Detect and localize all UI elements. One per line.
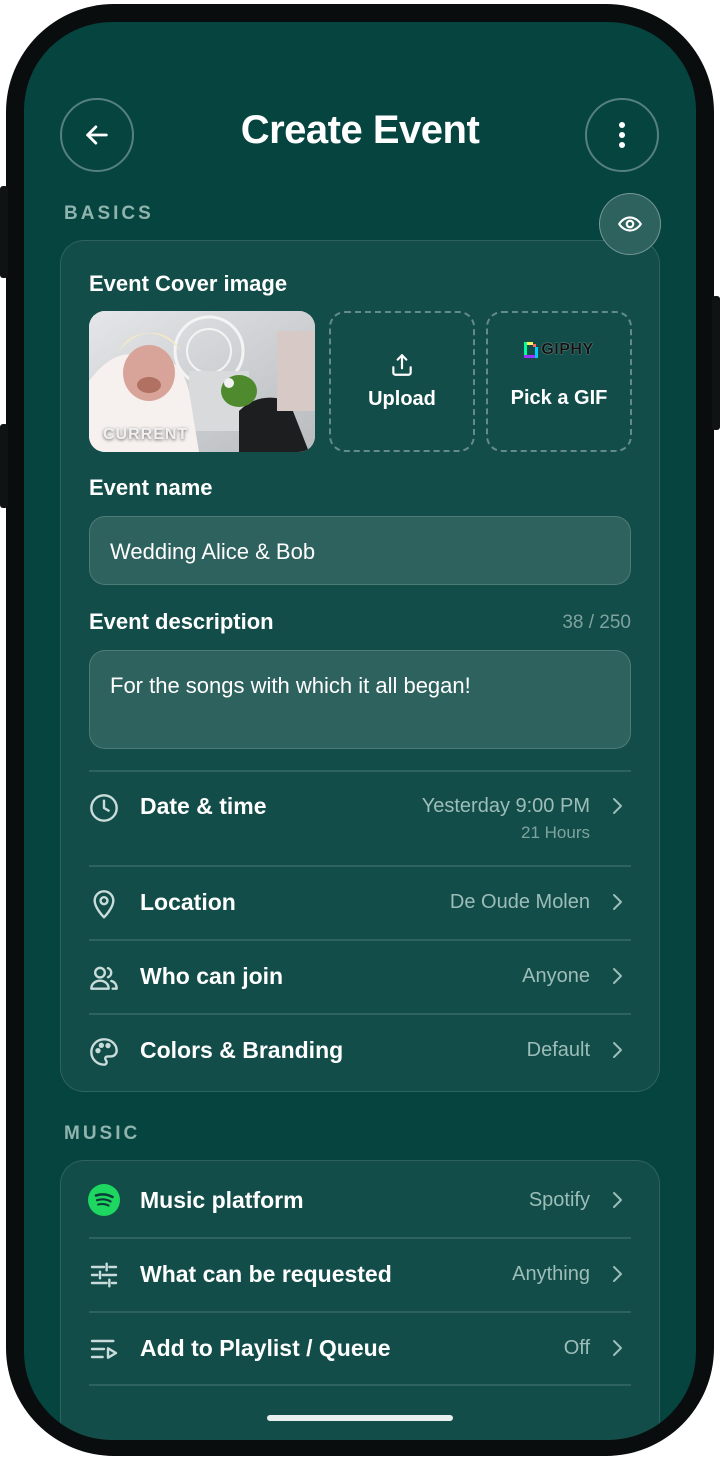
event-name-value: Wedding Alice & Bob: [110, 539, 316, 564]
giphy-logo: GIPHY: [524, 341, 593, 359]
more-options-button[interactable]: [585, 98, 659, 172]
eye-icon: [618, 216, 642, 232]
divider: [89, 1384, 631, 1386]
divider: [89, 1013, 631, 1015]
row-value: Anyone: [522, 965, 590, 987]
row-value: Yesterday 9:00 PM: [421, 795, 590, 817]
row-label: What can be requested: [140, 1261, 392, 1287]
more-vertical-icon: [619, 122, 625, 148]
row-value: Anything: [512, 1263, 590, 1285]
description-char-counter: 38 / 250: [562, 612, 631, 633]
chevron-right-icon: [613, 1266, 622, 1282]
row-label: Add to Playlist / Queue: [140, 1335, 391, 1361]
row-label: Music platform: [140, 1187, 304, 1213]
preview-button[interactable]: [599, 193, 661, 255]
row-value: Spotify: [528, 1189, 590, 1211]
palette-icon: [90, 1038, 118, 1066]
divider: [89, 1237, 631, 1239]
upload-label: Upload: [368, 388, 436, 410]
row-subvalue: 21 Hours: [521, 823, 590, 842]
section-label-basics: BASICS: [64, 203, 154, 224]
phone-volume-button: [0, 424, 8, 508]
divider: [89, 1311, 631, 1313]
row-value: Off: [563, 1337, 590, 1359]
users-icon: [90, 966, 118, 990]
upload-cover-button[interactable]: Upload: [329, 311, 475, 452]
chevron-right-icon: [613, 1042, 622, 1058]
pick-gif-label: Pick a GIF: [510, 387, 608, 409]
playlist-icon: [90, 1339, 118, 1359]
pick-gif-button[interactable]: GIPHY Pick a GIF: [486, 311, 632, 452]
divider: [89, 939, 631, 941]
event-description-value: For the songs with which it all began!: [110, 673, 471, 698]
row-label: Who can join: [140, 963, 284, 989]
chevron-right-icon: [613, 968, 622, 984]
spotify-icon: [88, 1184, 120, 1216]
event-name-input[interactable]: Wedding Alice & Bob: [89, 516, 631, 585]
divider: [89, 865, 631, 867]
sliders-icon: [90, 1262, 118, 1288]
row-label: Date & time: [140, 793, 267, 819]
chevron-right-icon: [613, 1192, 622, 1208]
section-label-music: MUSIC: [64, 1123, 141, 1144]
current-cover-image[interactable]: CURRENT: [89, 311, 315, 452]
event-description-input[interactable]: For the songs with which it all began!: [89, 650, 631, 749]
phone-silent-switch: [0, 186, 8, 278]
clock-icon: [90, 794, 118, 822]
app-screen: Create Event BASICS Event Cover image CU…: [24, 22, 696, 1440]
home-indicator[interactable]: [267, 1415, 453, 1421]
chevron-right-icon: [613, 1340, 622, 1356]
row-label: Colors & Branding: [140, 1037, 344, 1063]
divider: [89, 770, 631, 772]
cover-image-label: Event Cover image: [89, 271, 288, 296]
current-cover-tag: CURRENT: [103, 426, 189, 443]
event-name-label: Event name: [89, 475, 213, 500]
upload-icon: [392, 354, 412, 376]
row-value: Default: [526, 1039, 590, 1061]
map-pin-icon: [93, 890, 115, 919]
phone-power-button: [712, 296, 720, 430]
row-label: Location: [140, 889, 236, 915]
giphy-logo-icon: [524, 342, 539, 358]
row-value: De Oude Molen: [449, 891, 590, 913]
giphy-brand-text: GIPHY: [541, 341, 594, 358]
chevron-right-icon: [613, 894, 622, 910]
chevron-right-icon: [613, 798, 622, 814]
event-description-label: Event description: [89, 609, 274, 634]
